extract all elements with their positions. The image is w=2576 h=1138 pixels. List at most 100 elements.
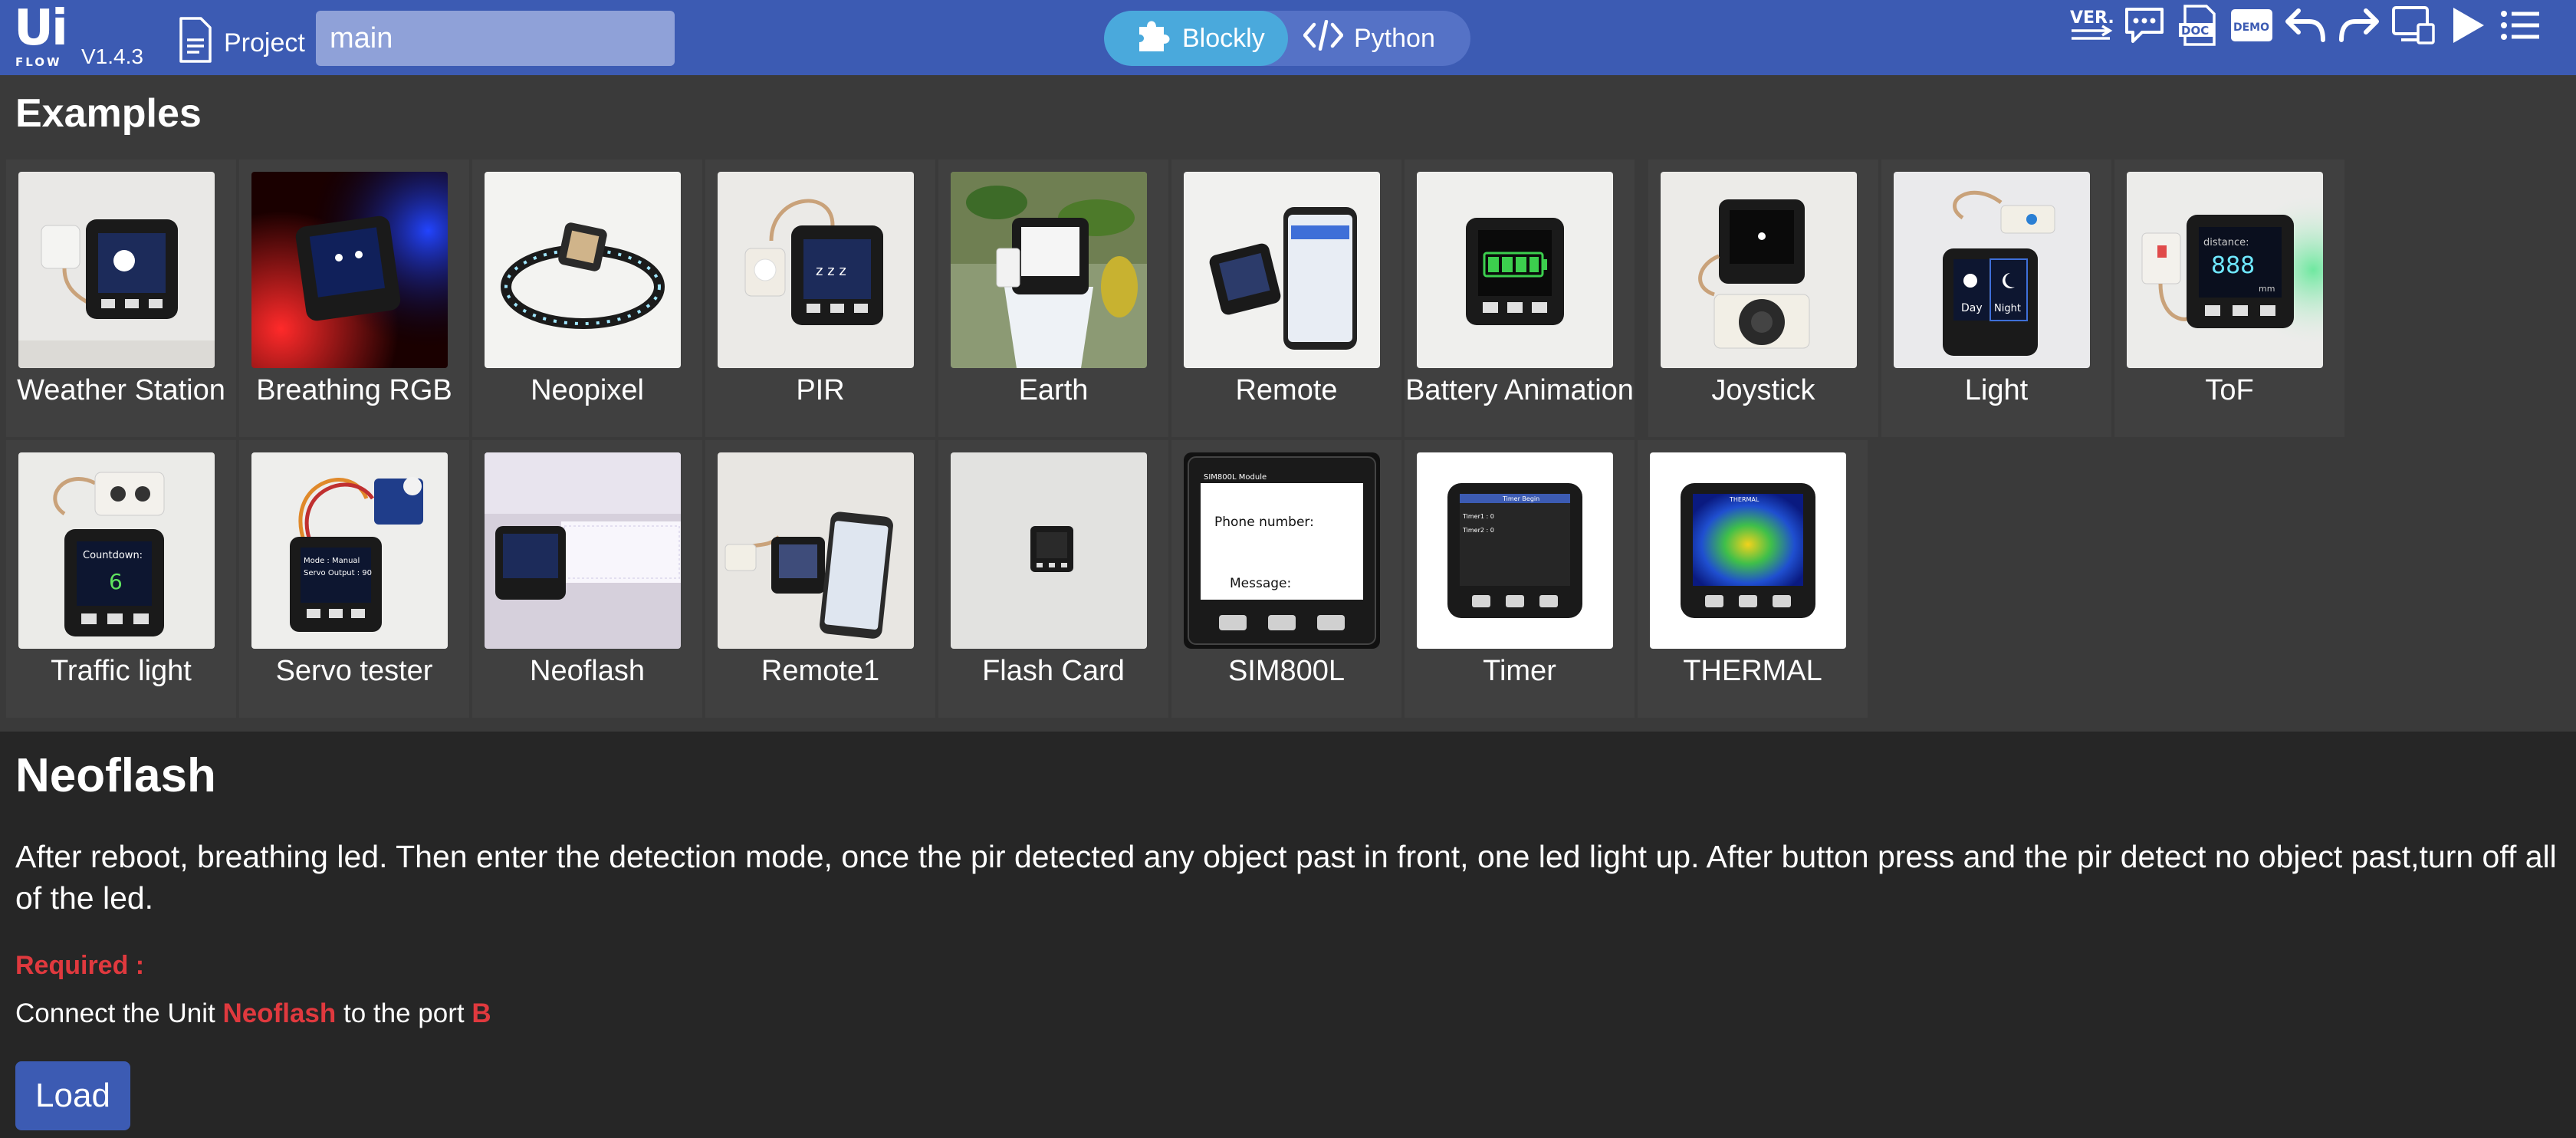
example-card-battery-animation[interactable]: Battery Animation [1405, 160, 1635, 437]
light-thumbnail: Day Night [1894, 172, 2090, 368]
servo-tester-thumbnail: Mode : Manual Servo Output : 90 [251, 452, 448, 649]
undo-icon[interactable] [2282, 0, 2329, 51]
example-label: Servo tester [275, 655, 433, 687]
top-bar: Ui FLOW V1.4.3 Project Blockly Python VE… [0, 0, 2576, 75]
remote-thumbnail [1184, 172, 1380, 368]
example-card-earth[interactable]: Earth [938, 160, 1168, 437]
demo-icon[interactable]: DEMO [2228, 0, 2275, 51]
example-card-sim800l[interactable]: SIM800L Module Phone number: Message: SI… [1171, 440, 1401, 718]
example-card-flash-card[interactable]: Flash Card [938, 440, 1168, 718]
svg-text:z z z: z z z [816, 263, 846, 279]
file-icon [176, 16, 213, 70]
example-card-remote[interactable]: Remote [1171, 160, 1401, 437]
version-icon[interactable]: VER. [2067, 0, 2114, 51]
project-button[interactable]: Project [176, 16, 305, 70]
svg-text:SIM800L Module: SIM800L Module [1204, 473, 1267, 482]
flash-card-thumbnail [951, 452, 1147, 649]
svg-text:DEMO: DEMO [2233, 21, 2269, 34]
example-detail-panel [0, 732, 2576, 1138]
timer-thumbnail: Timer Begin Timer1 : 0 Timer2 : 0 [1417, 452, 1613, 649]
svg-text:mm: mm [2259, 284, 2275, 294]
svg-text:Timer Begin: Timer Begin [1502, 495, 1539, 502]
example-label: Remote [1235, 374, 1338, 406]
code-icon [1303, 19, 1344, 58]
redo-icon[interactable] [2335, 0, 2383, 51]
example-card-tof[interactable]: distance: 888 mm ToF [2114, 160, 2344, 437]
tab-blockly-label: Blockly [1182, 23, 1265, 53]
weather-station-thumbnail [18, 172, 215, 368]
example-card-weather-station[interactable]: Weather Station [6, 160, 236, 437]
svg-text:888: 888 [2211, 252, 2255, 279]
example-label: ToF [2205, 374, 2254, 406]
example-label: Joystick [1711, 374, 1815, 406]
svg-text:Countdown:: Countdown: [83, 550, 143, 561]
svg-text:THERMAL: THERMAL [1729, 496, 1760, 503]
detail-title: Neoflash [15, 749, 216, 802]
tab-python-label: Python [1354, 23, 1435, 53]
example-label: Neopixel [531, 374, 644, 406]
load-button[interactable]: Load [15, 1061, 130, 1130]
joystick-thumbnail [1661, 172, 1857, 368]
example-label: Traffic light [51, 655, 192, 687]
breathing-rgb-thumbnail [251, 172, 448, 368]
example-label: Flash Card [982, 655, 1125, 687]
tab-blockly[interactable]: Blockly [1104, 11, 1288, 66]
comment-icon[interactable] [2121, 0, 2168, 51]
example-label: Neoflash [530, 655, 645, 687]
traffic-light-thumbnail: Countdown: 6 [18, 452, 215, 649]
puzzle-icon [1136, 18, 1171, 60]
example-label: Earth [1018, 374, 1089, 406]
example-card-servo-tester[interactable]: Mode : Manual Servo Output : 90 Servo te… [239, 440, 469, 718]
doc-icon[interactable]: DOC [2174, 0, 2222, 51]
version-label: V1.4.3 [81, 44, 143, 68]
required-prefix: Connect the Unit [15, 998, 223, 1028]
svg-text:Message:: Message: [1230, 576, 1291, 591]
neoflash-thumbnail [485, 452, 681, 649]
mode-toggle: Blockly Python [1104, 11, 1470, 66]
example-label: Timer [1483, 655, 1556, 687]
example-card-joystick[interactable]: Joystick [1648, 160, 1878, 437]
example-card-light[interactable]: Day Night Light [1881, 160, 2111, 437]
example-label: Weather Station [17, 374, 225, 406]
run-icon[interactable] [2443, 0, 2490, 51]
tab-python[interactable]: Python [1288, 11, 1435, 66]
file-name-input[interactable] [316, 11, 675, 66]
required-mid: to the port [336, 998, 472, 1028]
svg-text:Day: Day [1961, 302, 1983, 314]
example-label: Battery Animation [1405, 374, 1634, 406]
example-card-neopixel[interactable]: Neopixel [472, 160, 702, 437]
example-card-traffic-light[interactable]: Countdown: 6 Traffic light [6, 440, 236, 718]
examples-title: Examples [15, 91, 202, 136]
example-card-timer[interactable]: Timer Begin Timer1 : 0 Timer2 : 0 Timer [1405, 440, 1635, 718]
menu-icon[interactable] [2496, 0, 2544, 51]
thermal-thumbnail: THERMAL [1650, 452, 1846, 649]
uiflow-logo: Ui FLOW [14, 0, 68, 69]
earth-thumbnail [951, 172, 1147, 368]
example-label: Light [1964, 374, 2029, 406]
required-instruction: Connect the Unit Neoflash to the port B [15, 998, 491, 1029]
svg-text:Timer1 : 0: Timer1 : 0 [1462, 513, 1494, 520]
example-card-neoflash[interactable]: Neoflash [472, 440, 702, 718]
svg-text:Servo Output : 90: Servo Output : 90 [304, 569, 372, 577]
example-label: SIM800L [1227, 655, 1346, 687]
example-card-breathing-rgb[interactable]: Breathing RGB [239, 160, 469, 437]
svg-text:DOC: DOC [2181, 24, 2209, 38]
required-port: B [472, 998, 491, 1028]
example-card-remote1[interactable]: Remote1 [705, 440, 935, 718]
neopixel-thumbnail [485, 172, 681, 368]
detail-description: After reboot, breathing led. Then enter … [15, 839, 2557, 916]
example-label: THERMAL [1683, 655, 1822, 687]
pir-thumbnail: z z z [718, 172, 914, 368]
required-unit: Neoflash [222, 998, 337, 1028]
example-card-thermal[interactable]: THERMAL THERMAL [1638, 440, 1868, 718]
battery-animation-thumbnail [1417, 172, 1613, 368]
svg-text:Phone number:: Phone number: [1214, 515, 1314, 530]
svg-text:Timer2 : 0: Timer2 : 0 [1462, 527, 1494, 534]
svg-text:Mode : Manual: Mode : Manual [304, 557, 360, 565]
device-icon[interactable] [2389, 0, 2436, 51]
example-card-pir[interactable]: z z z PIR [705, 160, 935, 437]
required-label: Required : [15, 951, 145, 980]
svg-text:distance:: distance: [2203, 237, 2249, 248]
project-label: Project [224, 28, 305, 58]
example-label: Breathing RGB [256, 374, 452, 406]
